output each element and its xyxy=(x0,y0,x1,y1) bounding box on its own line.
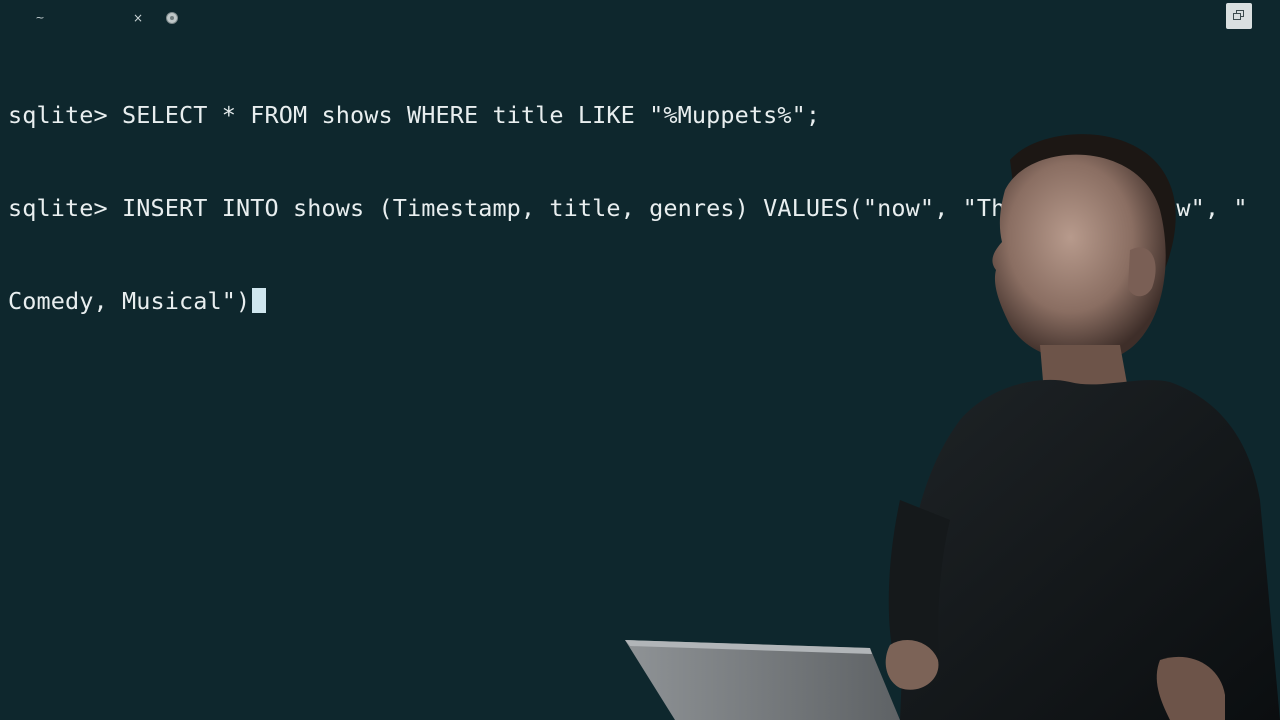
maximize-icon[interactable] xyxy=(1226,3,1252,29)
record-dot-icon[interactable] xyxy=(166,12,178,24)
presenter-video-overlay xyxy=(625,134,1280,720)
tilde-icon[interactable]: ~ xyxy=(30,9,50,27)
tab-bar: ~ × xyxy=(0,0,1280,36)
text-cursor xyxy=(252,288,267,313)
terminal-line-text: Comedy, Musical") xyxy=(8,287,251,315)
screen: ~ × sqlite> SELECT * FROM shows WHERE ti… xyxy=(0,0,1280,720)
maximize-icon-front xyxy=(1233,13,1241,20)
close-icon[interactable]: × xyxy=(128,9,148,27)
